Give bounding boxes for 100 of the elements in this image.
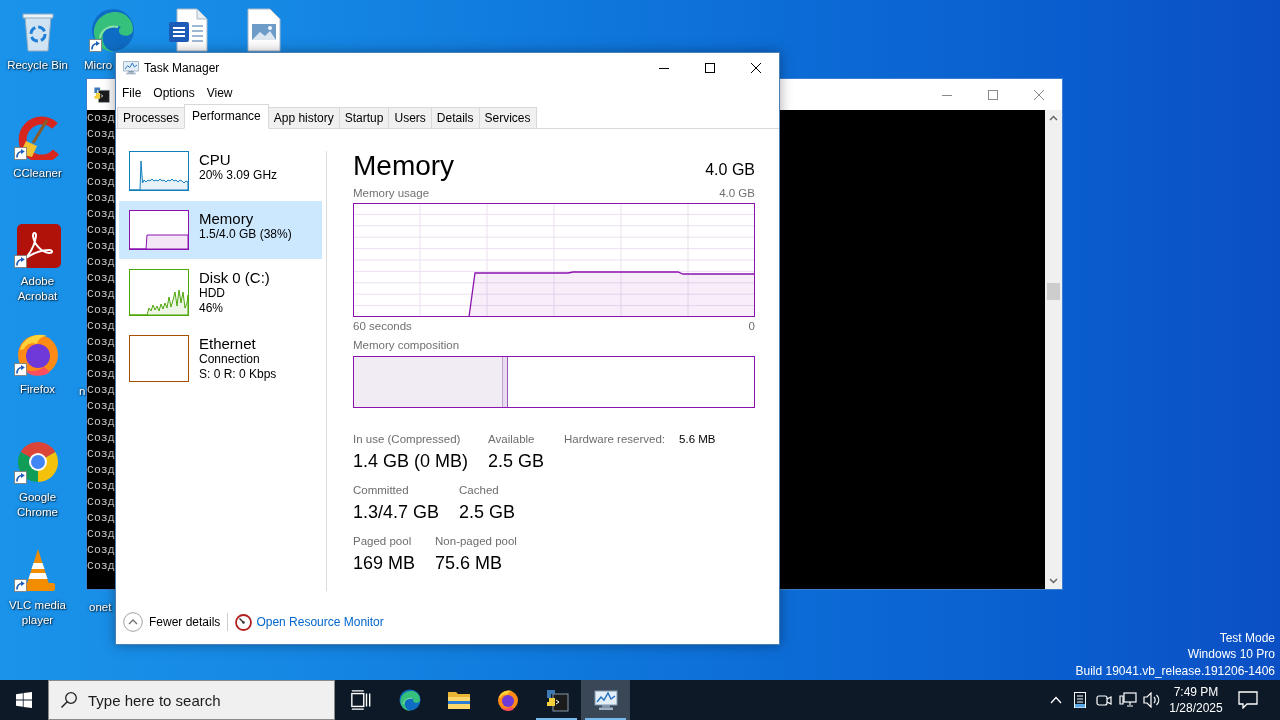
console-line: Созд bbox=[87, 398, 115, 414]
stat-value: 5.6 MB bbox=[679, 432, 716, 446]
console-line: Созд bbox=[87, 478, 115, 494]
stat-label: Available bbox=[488, 432, 536, 446]
taskbar-button[interactable] bbox=[581, 680, 630, 720]
monitor-chart-icon bbox=[593, 689, 618, 711]
axis-label: 60 seconds bbox=[353, 320, 412, 333]
console-line: Созд bbox=[87, 430, 115, 446]
console-line: Созд bbox=[87, 158, 115, 174]
search-field[interactable]: Type here to search bbox=[48, 680, 335, 720]
item-detail: 20% 3.09 GHz bbox=[199, 168, 278, 183]
console-line: Созд bbox=[87, 318, 115, 334]
menu-item[interactable]: View bbox=[200, 83, 239, 103]
stat-label: In use (Compressed) bbox=[353, 432, 462, 446]
clock-date[interactable]: 1/28/2025 bbox=[1164, 700, 1228, 716]
console-line: Созд bbox=[87, 462, 115, 478]
network-icon[interactable] bbox=[1119, 692, 1137, 708]
task-view-icon bbox=[349, 689, 372, 711]
clock-time[interactable]: 7:49 PM bbox=[1164, 684, 1228, 700]
stat-value: 2.5 GB bbox=[488, 450, 545, 473]
maximize-icon bbox=[988, 89, 998, 100]
monitor-chart-icon bbox=[123, 61, 139, 75]
item-title: Ethernet bbox=[199, 335, 257, 352]
menu-item[interactable]: File bbox=[116, 83, 148, 103]
performance-list-item[interactable]: Ethernet Connection S: 0 R: 0 Kbps bbox=[119, 326, 322, 391]
console-line: Созд bbox=[87, 142, 115, 158]
system-info-text: Test Mode bbox=[1218, 629, 1275, 646]
close-icon bbox=[751, 63, 761, 73]
console-line: Созд bbox=[87, 302, 115, 318]
video-camera-icon[interactable] bbox=[1096, 692, 1112, 708]
stat-label: Hardware reserved: bbox=[564, 432, 666, 446]
item-detail: S: 0 R: 0 Kbps bbox=[199, 366, 277, 381]
document-icon[interactable] bbox=[167, 8, 208, 52]
notification-icon[interactable] bbox=[1238, 691, 1258, 709]
maximize-icon bbox=[705, 63, 715, 73]
performance-list-item[interactable]: CPU 20% 3.09 GHz bbox=[119, 142, 322, 200]
console-line: Созд bbox=[87, 174, 115, 190]
terminal-app-icon bbox=[544, 688, 569, 712]
tab[interactable]: Users bbox=[388, 107, 432, 129]
scrollbar[interactable] bbox=[1045, 110, 1062, 589]
performance-list-item[interactable]: Disk 0 (C:) HDD 46% bbox=[119, 260, 322, 325]
stat-value: 75.6 MB bbox=[435, 552, 504, 575]
console-line: Созд bbox=[87, 222, 115, 238]
tab[interactable]: Performance bbox=[184, 104, 269, 129]
tab[interactable]: Details bbox=[430, 107, 480, 129]
tab[interactable]: Services bbox=[478, 107, 537, 129]
scrollbar-thumb[interactable] bbox=[1047, 283, 1060, 300]
stat-label: Paged pool bbox=[353, 534, 413, 548]
console-line: Созд bbox=[87, 286, 115, 302]
console-line: Созд bbox=[87, 446, 115, 462]
chevron-up-icon[interactable] bbox=[1050, 696, 1062, 704]
chevron-up-icon bbox=[123, 612, 143, 632]
performance-list-item[interactable]: Memory 1.5/4.0 GB (38%) bbox=[119, 201, 322, 259]
resource-monitor-link[interactable]: Open Resource Monitor bbox=[256, 613, 384, 631]
item-detail: Connection bbox=[199, 352, 261, 367]
menu-item[interactable]: Options bbox=[147, 83, 201, 103]
console-line: Созд bbox=[87, 126, 115, 142]
composition-label: Memory composition bbox=[353, 339, 461, 352]
graph-title: Memory usage bbox=[353, 187, 430, 200]
console-line: Созд bbox=[87, 238, 115, 254]
browser-icon bbox=[397, 689, 422, 711]
stat-value: 169 MB bbox=[353, 552, 416, 575]
stat-label: Committed bbox=[353, 483, 410, 497]
system-info-text: Build 19041.vb_release.191206-1406 bbox=[1075, 662, 1275, 679]
stat-value: 1.3/4.7 GB bbox=[353, 501, 440, 524]
item-detail: 1.5/4.0 GB (38%) bbox=[199, 227, 292, 242]
item-title: CPU bbox=[199, 151, 232, 168]
fewer-details-button[interactable]: Fewer details bbox=[123, 612, 221, 632]
terminal-app-icon bbox=[93, 86, 110, 103]
console-line: Созд bbox=[87, 542, 115, 558]
item-detail: HDD bbox=[199, 286, 226, 301]
console-line: Созд bbox=[87, 270, 115, 286]
volume-icon[interactable] bbox=[1143, 692, 1161, 708]
console-line: Созд bbox=[87, 414, 115, 430]
console-line: Созд bbox=[87, 334, 115, 350]
running-indicator bbox=[585, 718, 626, 720]
stat-label: Cached bbox=[459, 483, 500, 497]
close-icon bbox=[1034, 89, 1044, 100]
scale-label: 4.0 GB bbox=[719, 187, 755, 200]
tab[interactable]: App history bbox=[267, 107, 340, 129]
tab[interactable]: Processes bbox=[117, 107, 186, 129]
section-title: Memory bbox=[353, 149, 455, 183]
stat-label: Non-paged pool bbox=[435, 534, 517, 548]
console-line: Созд bbox=[87, 526, 115, 542]
console-line: Созд bbox=[87, 494, 115, 510]
system-info-text: Windows 10 Pro bbox=[1186, 646, 1275, 663]
firefox-icon bbox=[495, 689, 520, 711]
console-line: Созд bbox=[87, 110, 115, 126]
modified-segment bbox=[502, 357, 508, 407]
console-line: Созд bbox=[87, 510, 115, 526]
search-icon bbox=[60, 691, 78, 709]
console-line: Созд bbox=[87, 382, 115, 398]
tablet-icon[interactable] bbox=[1074, 692, 1086, 708]
windows-logo-icon bbox=[16, 692, 32, 708]
console-line: Созд bbox=[87, 558, 115, 574]
console-line: Созд bbox=[87, 254, 115, 270]
item-title: Memory bbox=[199, 210, 255, 227]
tab[interactable]: Startup bbox=[338, 107, 390, 129]
console-line: Созд bbox=[87, 190, 115, 206]
item-title: Disk 0 (C:) bbox=[199, 269, 270, 286]
